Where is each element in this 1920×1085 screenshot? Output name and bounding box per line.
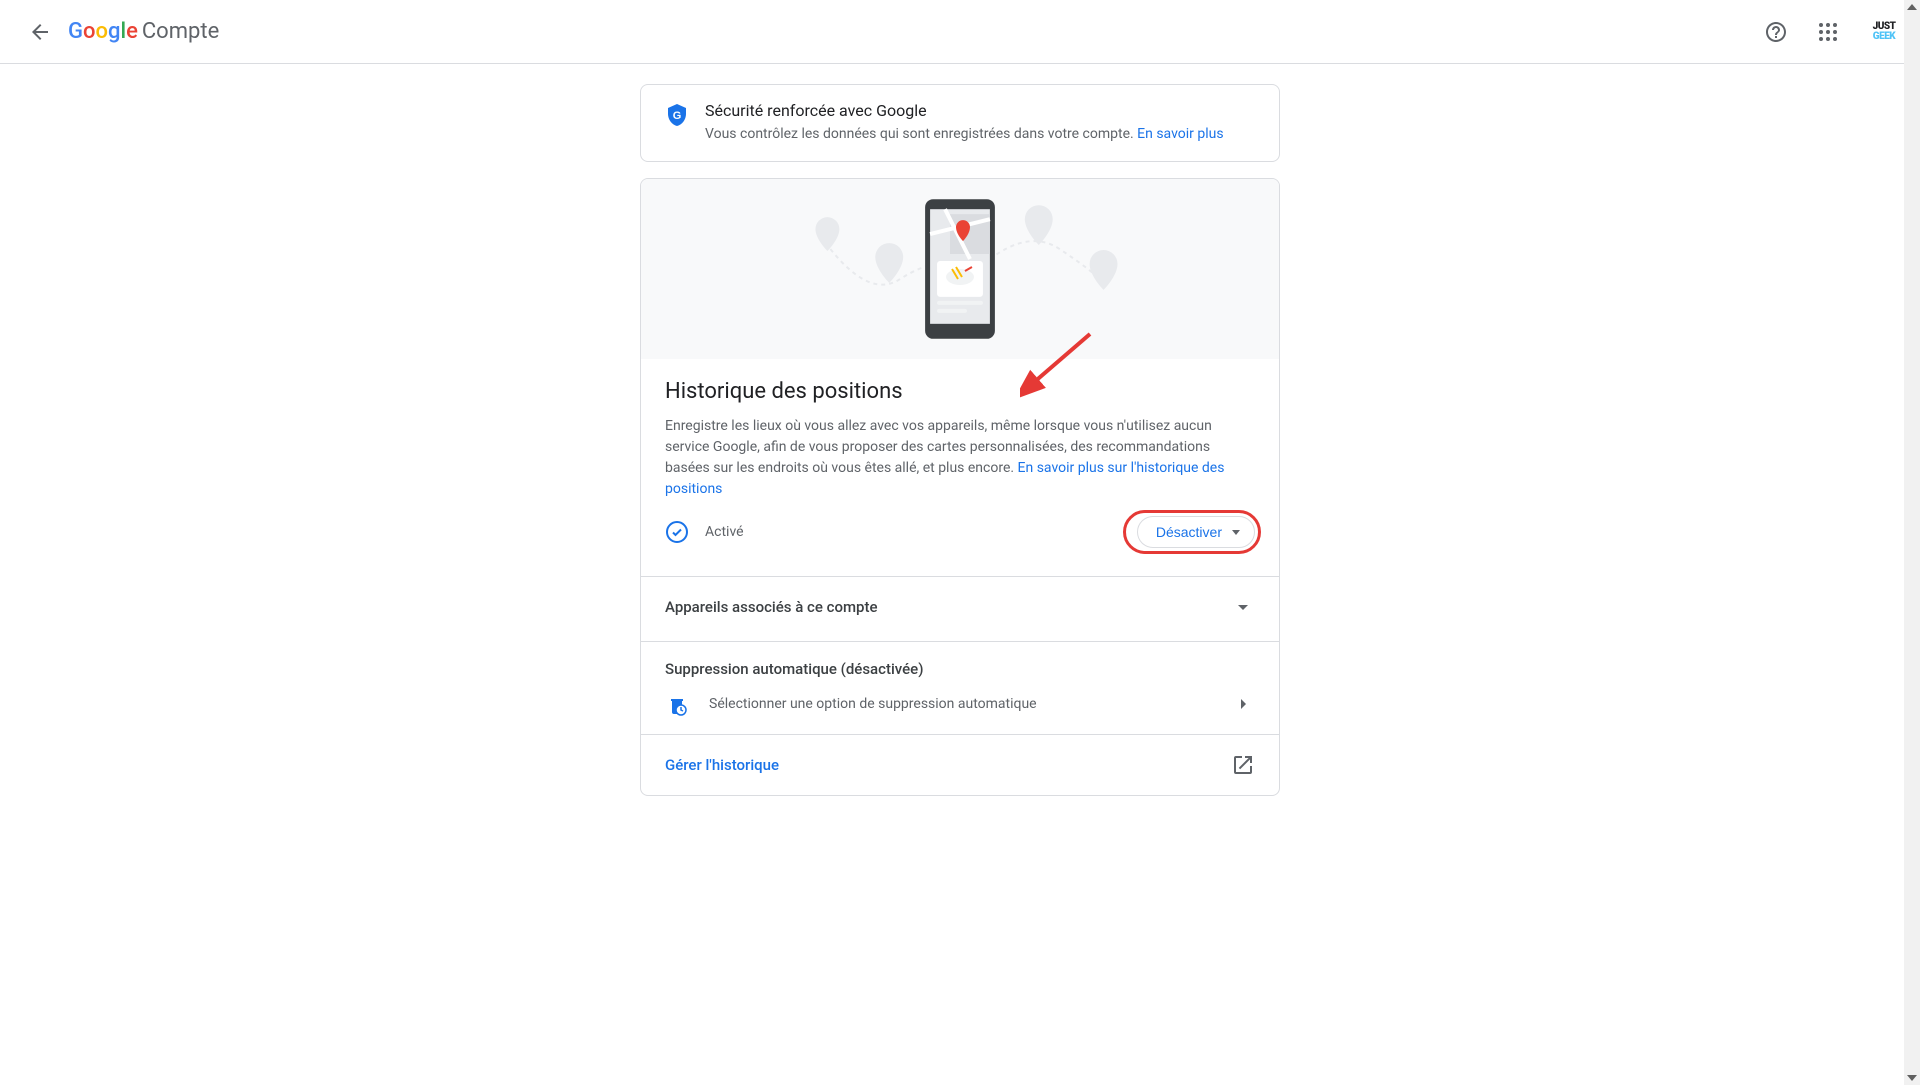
back-button[interactable]	[16, 8, 64, 56]
auto-delete-option-label: Sélectionner une option de suppression a…	[709, 696, 1231, 712]
avatar-line2: GEEK	[1873, 32, 1895, 42]
hero-illustration	[641, 179, 1279, 359]
security-banner-card: G Sécurité renforcée avec Google Vous co…	[640, 84, 1280, 162]
card-description: Enregistre les lieux où vous allez avec …	[665, 416, 1255, 500]
logo-suffix: Compte	[142, 19, 219, 44]
scrollbar[interactable]	[1904, 0, 1920, 1085]
learn-more-link[interactable]: En savoir plus	[1137, 126, 1223, 142]
help-icon	[1764, 20, 1788, 44]
scroll-up-icon	[1907, 4, 1917, 10]
svg-text:G: G	[673, 110, 682, 122]
status-label: Activé	[705, 524, 1137, 540]
manage-history-row[interactable]: Gérer l'historique	[641, 734, 1279, 795]
location-history-card: Historique des positions Enregistre les …	[640, 178, 1280, 796]
auto-delete-row[interactable]: Sélectionner une option de suppression a…	[665, 692, 1255, 734]
card-title: Historique des positions	[665, 379, 1255, 404]
apps-button[interactable]	[1804, 8, 1852, 56]
google-wordmark: Google	[68, 19, 138, 44]
shield-icon: G	[665, 103, 689, 127]
chevron-down-icon	[1231, 595, 1255, 619]
devices-row[interactable]: Appareils associés à ce compte	[641, 577, 1279, 637]
deactivate-label: Désactiver	[1156, 524, 1222, 540]
deactivate-button[interactable]: Désactiver	[1137, 516, 1255, 548]
chevron-right-icon	[1231, 692, 1255, 716]
help-button[interactable]	[1752, 8, 1800, 56]
account-avatar[interactable]: JUST GEEK	[1864, 12, 1904, 52]
auto-delete-title: Suppression automatique (désactivée)	[665, 660, 1255, 678]
apps-grid-icon	[1816, 20, 1840, 44]
devices-label: Appareils associés à ce compte	[665, 598, 1231, 616]
arrow-left-icon	[28, 20, 52, 44]
avatar-line1: JUST	[1873, 22, 1896, 32]
scroll-down-icon	[1907, 1075, 1917, 1081]
manage-history-label: Gérer l'historique	[665, 756, 1231, 774]
check-circle-icon	[665, 520, 689, 544]
security-banner-title: Sécurité renforcée avec Google	[705, 101, 1224, 120]
google-logo[interactable]: Google Compte	[68, 19, 219, 44]
auto-delete-icon	[665, 692, 689, 716]
security-banner-desc: Vous contrôlez les données qui sont enre…	[705, 124, 1224, 145]
app-header: Google Compte JUST GEEK	[0, 0, 1920, 64]
dropdown-triangle-icon	[1232, 530, 1240, 535]
open-external-icon	[1231, 753, 1255, 777]
